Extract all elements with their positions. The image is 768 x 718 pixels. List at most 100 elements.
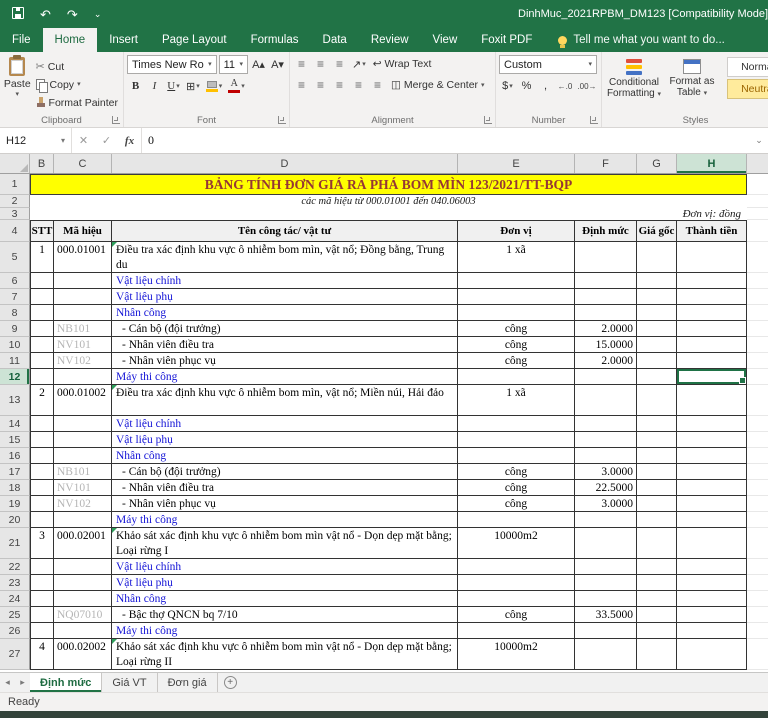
row-header-9[interactable]: 9: [0, 321, 30, 337]
cell-E9[interactable]: công: [458, 321, 575, 337]
formula-bar-expand-icon[interactable]: ⌄: [750, 128, 768, 153]
row-header-18[interactable]: 18: [0, 480, 30, 496]
cell-B6[interactable]: [30, 273, 54, 289]
row-header-2[interactable]: 2: [0, 195, 30, 208]
cell-G11[interactable]: [637, 353, 677, 369]
sheet-tab-0[interactable]: Định mức: [30, 673, 103, 692]
ribbon-tab-data[interactable]: Data: [311, 28, 359, 52]
select-all-corner[interactable]: [0, 154, 30, 173]
cell-F14[interactable]: [575, 416, 637, 432]
cell-D10[interactable]: - Nhân viên điều tra: [112, 337, 458, 353]
cell-G25[interactable]: [637, 607, 677, 623]
table-header-C[interactable]: Mã hiệu: [54, 220, 112, 242]
cell-C5[interactable]: 000.01001: [54, 242, 112, 273]
cell-H13[interactable]: [677, 385, 747, 416]
cell-B11[interactable]: [30, 353, 54, 369]
wrap-text-button[interactable]: ↩ Wrap Text: [370, 55, 435, 73]
cell-style-normal[interactable]: Normal: [727, 57, 768, 77]
cell-F27[interactable]: [575, 639, 637, 670]
cell-H5[interactable]: [677, 242, 747, 273]
cell-E16[interactable]: [458, 448, 575, 464]
cell-D19[interactable]: - Nhân viên phục vụ: [112, 496, 458, 512]
cell-H9[interactable]: [677, 321, 747, 337]
cell-E11[interactable]: công: [458, 353, 575, 369]
clipboard-dialog-launcher-icon[interactable]: [112, 116, 120, 124]
row-header-7[interactable]: 7: [0, 289, 30, 305]
cell-E14[interactable]: [458, 416, 575, 432]
cell-C6[interactable]: [54, 273, 112, 289]
cell-C8[interactable]: [54, 305, 112, 321]
row-header-25[interactable]: 25: [0, 607, 30, 623]
decrease-font-button[interactable]: A▾: [269, 56, 286, 74]
cell-C21[interactable]: 000.02001: [54, 528, 112, 559]
cell-F16[interactable]: [575, 448, 637, 464]
cell-G24[interactable]: [637, 591, 677, 607]
cell-H21[interactable]: [677, 528, 747, 559]
undo-button[interactable]: ↶: [40, 8, 51, 21]
cell-B25[interactable]: [30, 607, 54, 623]
table-header-F[interactable]: Định mức: [575, 220, 637, 242]
cell-H17[interactable]: [677, 464, 747, 480]
cell-D27[interactable]: Khảo sát xác định khu vực ô nhiễm bom mì…: [112, 639, 458, 670]
cell-H20[interactable]: [677, 512, 747, 528]
cell-F5[interactable]: [575, 242, 637, 273]
sheet-subtitle-cell[interactable]: các mã hiệu từ 000.01001 đến 040.06003: [30, 195, 747, 208]
number-dialog-launcher-icon[interactable]: [590, 116, 598, 124]
cell-D16[interactable]: Nhân công: [112, 448, 458, 464]
cell-D7[interactable]: Vật liệu phụ: [112, 289, 458, 305]
save-button[interactable]: [12, 7, 24, 21]
cell-D13[interactable]: Điều tra xác định khu vực ô nhiễm bom mì…: [112, 385, 458, 416]
cell-H19[interactable]: [677, 496, 747, 512]
top-align-button[interactable]: ≡: [293, 55, 310, 73]
increase-decimal-button[interactable]: ←.0: [556, 77, 574, 95]
cell-H16[interactable]: [677, 448, 747, 464]
cell-C23[interactable]: [54, 575, 112, 591]
row-header-16[interactable]: 16: [0, 448, 30, 464]
row-header-22[interactable]: 22: [0, 559, 30, 575]
cell-H8[interactable]: [677, 305, 747, 321]
percent-style-button[interactable]: %: [518, 77, 535, 95]
cell-E21[interactable]: 10000m2: [458, 528, 575, 559]
cell-C26[interactable]: [54, 623, 112, 639]
cell-F22[interactable]: [575, 559, 637, 575]
cell-D11[interactable]: - Nhân viên phục vụ: [112, 353, 458, 369]
cell-H26[interactable]: [677, 623, 747, 639]
row-header-8[interactable]: 8: [0, 305, 30, 321]
cell-B26[interactable]: [30, 623, 54, 639]
add-sheet-button[interactable]: +: [218, 673, 243, 692]
ribbon-tab-review[interactable]: Review: [359, 28, 421, 52]
cell-D6[interactable]: Vật liệu chính: [112, 273, 458, 289]
ribbon-tab-home[interactable]: Home: [42, 28, 98, 52]
sheet-tab-1[interactable]: Giá VT: [102, 673, 158, 692]
ribbon-tab-view[interactable]: View: [421, 28, 470, 52]
accounting-format-button[interactable]: $ ▾: [499, 77, 516, 95]
format-as-table-button[interactable]: Format as Table ▾: [663, 55, 721, 114]
column-header-H[interactable]: H: [677, 154, 747, 173]
cell-H24[interactable]: [677, 591, 747, 607]
cell-C14[interactable]: [54, 416, 112, 432]
cell-F7[interactable]: [575, 289, 637, 305]
cell-E20[interactable]: [458, 512, 575, 528]
cell-C9[interactable]: NB101: [54, 321, 112, 337]
cell-G17[interactable]: [637, 464, 677, 480]
middle-align-button[interactable]: ≡: [312, 55, 329, 73]
cell-G18[interactable]: [637, 480, 677, 496]
increase-indent-button[interactable]: ≡: [369, 76, 386, 94]
cell-B21[interactable]: 3: [30, 528, 54, 559]
cell-E10[interactable]: công: [458, 337, 575, 353]
align-left-button[interactable]: ≡: [293, 76, 310, 94]
cell-style-neutral[interactable]: Neutral: [727, 79, 768, 99]
cell-G5[interactable]: [637, 242, 677, 273]
cell-F25[interactable]: 33.5000: [575, 607, 637, 623]
cell-F12[interactable]: [575, 369, 637, 385]
column-header-E[interactable]: E: [458, 154, 575, 173]
sheet-tab-2[interactable]: Đơn giá: [158, 673, 218, 692]
align-right-button[interactable]: ≡: [331, 76, 348, 94]
cell-G23[interactable]: [637, 575, 677, 591]
sheet-nav-left-icon[interactable]: ◂: [0, 673, 15, 692]
cell-D5[interactable]: Điều tra xác định khu vực ô nhiễm bom mì…: [112, 242, 458, 273]
cell-E26[interactable]: [458, 623, 575, 639]
cell-E8[interactable]: [458, 305, 575, 321]
row-header-27[interactable]: 27: [0, 639, 30, 670]
cell-E23[interactable]: [458, 575, 575, 591]
